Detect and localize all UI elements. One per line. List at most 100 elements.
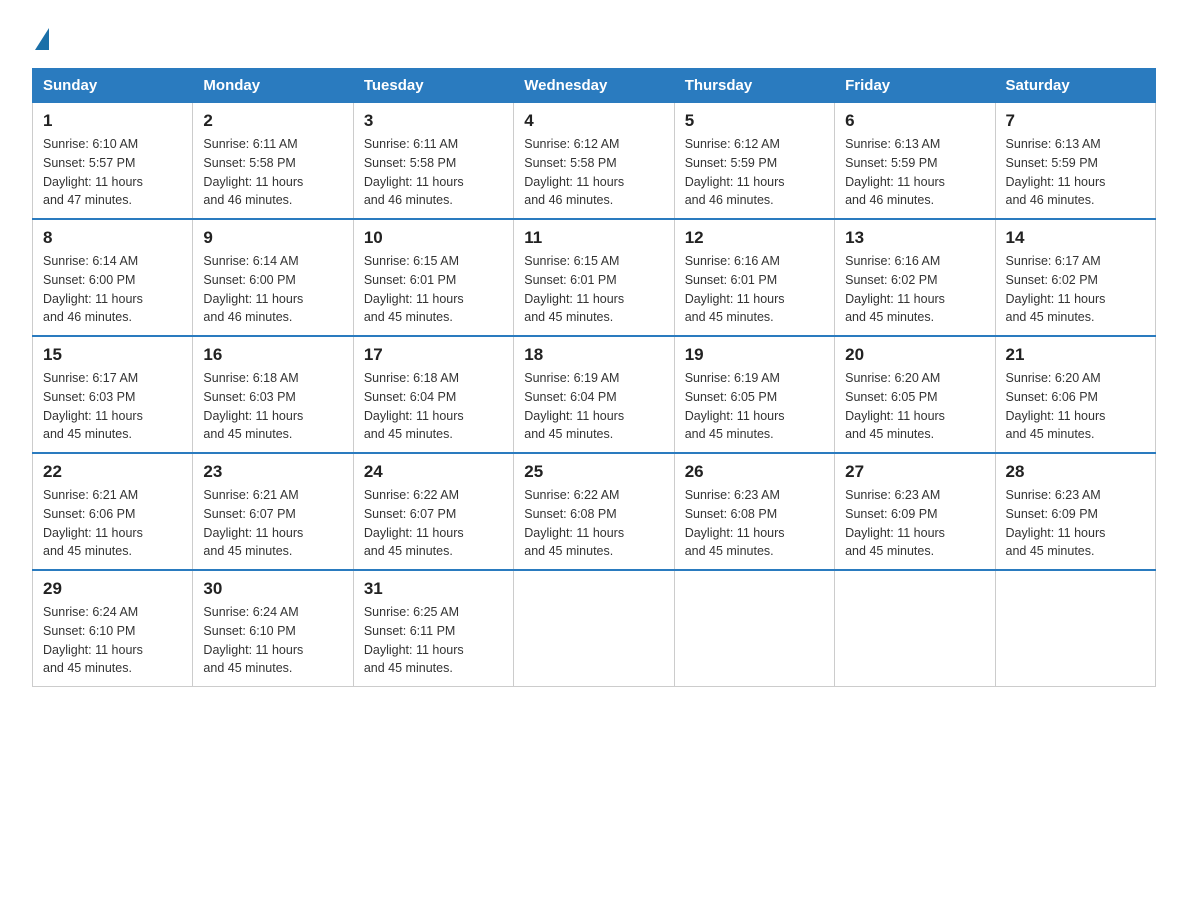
logo xyxy=(32,24,51,50)
day-info: Sunrise: 6:17 AMSunset: 6:02 PMDaylight:… xyxy=(1006,254,1106,324)
day-info: Sunrise: 6:25 AMSunset: 6:11 PMDaylight:… xyxy=(364,605,464,675)
week-row-4: 22 Sunrise: 6:21 AMSunset: 6:06 PMDayligh… xyxy=(33,453,1156,570)
day-number: 25 xyxy=(524,462,663,482)
empty-cell xyxy=(674,570,834,687)
day-number: 8 xyxy=(43,228,182,248)
day-cell-16: 16 Sunrise: 6:18 AMSunset: 6:03 PMDayligh… xyxy=(193,336,353,453)
day-info: Sunrise: 6:13 AMSunset: 5:59 PMDaylight:… xyxy=(845,137,945,207)
day-cell-17: 17 Sunrise: 6:18 AMSunset: 6:04 PMDayligh… xyxy=(353,336,513,453)
day-number: 18 xyxy=(524,345,663,365)
day-info: Sunrise: 6:21 AMSunset: 6:06 PMDaylight:… xyxy=(43,488,143,558)
day-info: Sunrise: 6:12 AMSunset: 5:58 PMDaylight:… xyxy=(524,137,624,207)
column-header-monday: Monday xyxy=(193,69,353,103)
day-cell-6: 6Sunrise: 6:13 AMSunset: 5:59 PMDaylight… xyxy=(835,103,995,220)
day-info: Sunrise: 6:24 AMSunset: 6:10 PMDaylight:… xyxy=(203,605,303,675)
day-info: Sunrise: 6:15 AMSunset: 6:01 PMDaylight:… xyxy=(524,254,624,324)
day-cell-27: 27 Sunrise: 6:23 AMSunset: 6:09 PMDayligh… xyxy=(835,453,995,570)
day-cell-25: 25 Sunrise: 6:22 AMSunset: 6:08 PMDayligh… xyxy=(514,453,674,570)
column-header-sunday: Sunday xyxy=(33,69,193,103)
day-cell-24: 24 Sunrise: 6:22 AMSunset: 6:07 PMDayligh… xyxy=(353,453,513,570)
day-info: Sunrise: 6:17 AMSunset: 6:03 PMDaylight:… xyxy=(43,371,143,441)
day-cell-23: 23 Sunrise: 6:21 AMSunset: 6:07 PMDayligh… xyxy=(193,453,353,570)
day-info: Sunrise: 6:11 AMSunset: 5:58 PMDaylight:… xyxy=(203,137,303,207)
day-info: Sunrise: 6:15 AMSunset: 6:01 PMDaylight:… xyxy=(364,254,464,324)
header-row: SundayMondayTuesdayWednesdayThursdayFrid… xyxy=(33,69,1156,103)
day-number: 16 xyxy=(203,345,342,365)
day-cell-4: 4 Sunrise: 6:12 AMSunset: 5:58 PMDaylight… xyxy=(514,103,674,220)
day-cell-18: 18 Sunrise: 6:19 AMSunset: 6:04 PMDayligh… xyxy=(514,336,674,453)
day-cell-22: 22 Sunrise: 6:21 AMSunset: 6:06 PMDayligh… xyxy=(33,453,193,570)
day-cell-28: 28 Sunrise: 6:23 AMSunset: 6:09 PMDayligh… xyxy=(995,453,1155,570)
day-cell-13: 13 Sunrise: 6:16 AMSunset: 6:02 PMDayligh… xyxy=(835,219,995,336)
day-info: Sunrise: 6:16 AMSunset: 6:01 PMDaylight:… xyxy=(685,254,785,324)
day-info: Sunrise: 6:18 AMSunset: 6:04 PMDaylight:… xyxy=(364,371,464,441)
calendar-table: SundayMondayTuesdayWednesdayThursdayFrid… xyxy=(32,68,1156,687)
day-number: 10 xyxy=(364,228,503,248)
column-header-friday: Friday xyxy=(835,69,995,103)
empty-cell xyxy=(835,570,995,687)
day-cell-30: 30Sunrise: 6:24 AMSunset: 6:10 PMDayligh… xyxy=(193,570,353,687)
day-number: 4 xyxy=(524,111,663,131)
column-header-tuesday: Tuesday xyxy=(353,69,513,103)
day-number: 2 xyxy=(203,111,342,131)
day-number: 12 xyxy=(685,228,824,248)
day-cell-20: 20 Sunrise: 6:20 AMSunset: 6:05 PMDayligh… xyxy=(835,336,995,453)
day-cell-8: 8Sunrise: 6:14 AMSunset: 6:00 PMDaylight… xyxy=(33,219,193,336)
day-number: 23 xyxy=(203,462,342,482)
day-number: 1 xyxy=(43,111,182,131)
day-number: 7 xyxy=(1006,111,1145,131)
day-info: Sunrise: 6:20 AMSunset: 6:05 PMDaylight:… xyxy=(845,371,945,441)
week-row-5: 29 Sunrise: 6:24 AMSunset: 6:10 PMDayligh… xyxy=(33,570,1156,687)
week-row-3: 15 Sunrise: 6:17 AMSunset: 6:03 PMDayligh… xyxy=(33,336,1156,453)
day-number: 17 xyxy=(364,345,503,365)
day-info: Sunrise: 6:23 AMSunset: 6:08 PMDaylight:… xyxy=(685,488,785,558)
day-info: Sunrise: 6:22 AMSunset: 6:07 PMDaylight:… xyxy=(364,488,464,558)
day-number: 24 xyxy=(364,462,503,482)
day-cell-15: 15 Sunrise: 6:17 AMSunset: 6:03 PMDayligh… xyxy=(33,336,193,453)
day-cell-29: 29Sunrise: 6:24 AMSunset: 6:10 PMDayligh… xyxy=(33,570,193,687)
day-info: Sunrise: 6:19 AMSunset: 6:05 PMDaylight:… xyxy=(685,371,785,441)
day-cell-14: 14 Sunrise: 6:17 AMSunset: 6:02 PMDayligh… xyxy=(995,219,1155,336)
day-number: 11 xyxy=(524,228,663,248)
day-cell-7: 7Sunrise: 6:13 AMSunset: 5:59 PMDaylight… xyxy=(995,103,1155,220)
day-number: 20 xyxy=(845,345,984,365)
day-info: Sunrise: 6:23 AMSunset: 6:09 PMDaylight:… xyxy=(1006,488,1106,558)
day-number: 28 xyxy=(1006,462,1145,482)
day-cell-12: 12 Sunrise: 6:16 AMSunset: 6:01 PMDayligh… xyxy=(674,219,834,336)
day-number: 26 xyxy=(685,462,824,482)
day-cell-31: 31Sunrise: 6:25 AMSunset: 6:11 PMDayligh… xyxy=(353,570,513,687)
day-number: 22 xyxy=(43,462,182,482)
column-header-saturday: Saturday xyxy=(995,69,1155,103)
day-number: 14 xyxy=(1006,228,1145,248)
day-cell-1: 1 Sunrise: 6:10 AMSunset: 5:57 PMDaylight… xyxy=(33,103,193,220)
day-cell-3: 3Sunrise: 6:11 AMSunset: 5:58 PMDaylight… xyxy=(353,103,513,220)
day-info: Sunrise: 6:19 AMSunset: 6:04 PMDaylight:… xyxy=(524,371,624,441)
empty-cell xyxy=(514,570,674,687)
day-cell-26: 26 Sunrise: 6:23 AMSunset: 6:08 PMDayligh… xyxy=(674,453,834,570)
day-number: 21 xyxy=(1006,345,1145,365)
day-number: 5 xyxy=(685,111,824,131)
day-cell-2: 2 Sunrise: 6:11 AMSunset: 5:58 PMDaylight… xyxy=(193,103,353,220)
day-info: Sunrise: 6:16 AMSunset: 6:02 PMDaylight:… xyxy=(845,254,945,324)
logo-triangle-icon xyxy=(35,28,49,50)
day-number: 13 xyxy=(845,228,984,248)
day-info: Sunrise: 6:20 AMSunset: 6:06 PMDaylight:… xyxy=(1006,371,1106,441)
day-cell-5: 5Sunrise: 6:12 AMSunset: 5:59 PMDaylight… xyxy=(674,103,834,220)
day-number: 15 xyxy=(43,345,182,365)
day-info: Sunrise: 6:14 AMSunset: 6:00 PMDaylight:… xyxy=(203,254,303,324)
day-info: Sunrise: 6:23 AMSunset: 6:09 PMDaylight:… xyxy=(845,488,945,558)
day-info: Sunrise: 6:22 AMSunset: 6:08 PMDaylight:… xyxy=(524,488,624,558)
day-number: 29 xyxy=(43,579,182,599)
day-number: 19 xyxy=(685,345,824,365)
day-info: Sunrise: 6:21 AMSunset: 6:07 PMDaylight:… xyxy=(203,488,303,558)
column-header-thursday: Thursday xyxy=(674,69,834,103)
week-row-1: 1 Sunrise: 6:10 AMSunset: 5:57 PMDaylight… xyxy=(33,103,1156,220)
logo-top xyxy=(32,24,51,50)
day-cell-9: 9Sunrise: 6:14 AMSunset: 6:00 PMDaylight… xyxy=(193,219,353,336)
day-info: Sunrise: 6:10 AMSunset: 5:57 PMDaylight:… xyxy=(43,137,143,207)
day-info: Sunrise: 6:18 AMSunset: 6:03 PMDaylight:… xyxy=(203,371,303,441)
day-number: 27 xyxy=(845,462,984,482)
day-cell-10: 10 Sunrise: 6:15 AMSunset: 6:01 PMDayligh… xyxy=(353,219,513,336)
empty-cell xyxy=(995,570,1155,687)
day-cell-19: 19 Sunrise: 6:19 AMSunset: 6:05 PMDayligh… xyxy=(674,336,834,453)
